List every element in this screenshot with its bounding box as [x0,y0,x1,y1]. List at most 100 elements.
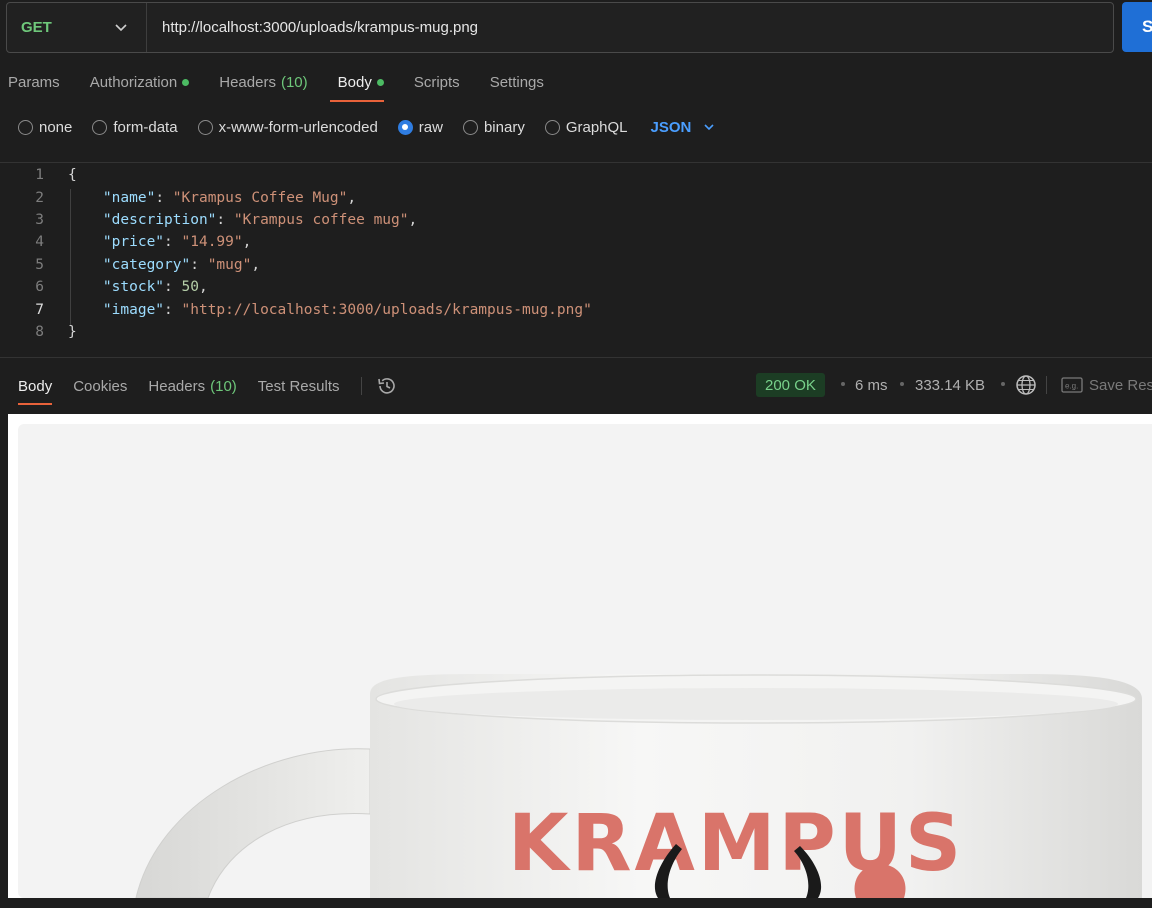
tab-body[interactable]: Body [329,60,385,104]
response-tab-cookies[interactable]: Cookies [73,364,127,408]
punctuation: , [347,189,357,206]
send-button[interactable]: S [1122,2,1152,52]
mug-image: KRAMPUS [135,674,1142,898]
radio-form-data[interactable]: form-data [92,118,178,136]
request-tabs: Params Authorization Headers (10) Body S… [0,60,566,104]
response-time: 6 ms [855,376,888,394]
code-text: } [68,324,77,340]
separator-dot [1001,382,1005,386]
brace: } [68,323,77,340]
line-number: 2 [35,189,44,206]
image-canvas: KRAMPUS [18,424,1152,898]
method-select[interactable]: GET [7,3,147,52]
tab-label: Test Results [257,377,340,395]
response-image-preview: KRAMPUS [8,414,1152,898]
tab-label: Headers [219,73,276,91]
radio-icon [197,119,213,135]
code-line: 1{ [0,164,76,186]
json-value: 50 [181,279,199,296]
code-line: 6 "stock": 50, [0,276,207,298]
tab-authorization[interactable]: Authorization [82,60,190,104]
json-key: "name" [102,189,156,206]
radio-label: raw [418,118,443,136]
status-badge: 200 OK [756,373,825,397]
status-dot-icon [182,78,190,86]
brace: { [68,167,77,184]
tab-count: (10) [280,73,308,91]
tab-label: Body [337,73,372,91]
divider [1046,376,1047,394]
radio-selected-icon [397,119,413,135]
code-text: "image": "http://localhost:3000/uploads/… [102,301,592,318]
tab-label: Params [8,73,60,91]
json-key: "image" [102,301,165,318]
tab-label: Authorization [89,73,178,91]
json-value: "Krampus Coffee Mug" [172,189,348,206]
radio-icon [18,119,33,135]
code-text: "category": "mug", [102,256,261,273]
line-number: 5 [35,256,44,273]
radio-icon [544,119,560,135]
response-tab-headers[interactable]: Headers (10) [148,364,236,408]
radio-label: form-data [113,118,178,136]
radio-graphql[interactable]: GraphQL [544,118,628,136]
radio-label: GraphQL [565,118,628,136]
example-icon: e.g. [1061,377,1083,393]
punctuation: , [242,234,252,251]
save-response-button[interactable]: e.g. Save Res [1061,373,1152,397]
tab-scripts[interactable]: Scripts [406,60,460,104]
code-text: "description": "Krampus coffee mug", [102,211,418,228]
json-value: "http://localhost:3000/uploads/krampus-m… [181,301,592,318]
response-size: 333.14 KB [915,376,986,394]
response-bar: Body Cookies Headers (10) Test Results 2… [0,364,1152,408]
radio-binary[interactable]: binary [462,118,525,136]
line-number: 8 [35,323,44,340]
radio-label: x-www-form-urlencoded [218,118,378,136]
tab-label: Settings [489,73,544,91]
radio-none[interactable]: none [18,119,72,136]
svg-text:e.g.: e.g. [1065,382,1078,391]
code-text: "stock": 50, [102,279,208,296]
line-number: 4 [35,234,44,251]
radio-urlencoded[interactable]: x-www-form-urlencoded [197,118,378,136]
save-response-label: Save Res [1089,376,1152,394]
globe-icon[interactable] [1015,374,1037,396]
json-key: "description" [102,211,217,228]
radio-label: none [39,118,73,136]
code-text: "name": "Krampus Coffee Mug", [102,189,357,206]
line-number: 6 [35,279,44,296]
code-editor[interactable]: 1{2 "name": "Krampus Coffee Mug", 3 "desc… [0,162,1152,358]
radio-raw[interactable]: raw [397,118,443,136]
tab-label: Scripts [413,73,460,91]
tab-label: Body [18,377,53,395]
chevron-down-icon [704,124,714,131]
line-number: 1 [35,167,44,184]
language-select[interactable]: JSON [651,119,716,136]
status-dot-icon [376,78,384,86]
tab-params[interactable]: Params [0,60,60,104]
radio-icon [92,119,108,135]
tab-label: Headers [148,377,206,395]
history-icon[interactable] [376,375,398,397]
code-text: { [68,167,77,183]
tab-headers[interactable]: Headers (10) [211,60,307,104]
json-value: "14.99" [181,234,243,251]
code-line: 2 "name": "Krampus Coffee Mug", [0,186,356,208]
radio-icon [462,119,478,135]
language-label: JSON [650,118,692,136]
tab-count: (10) [210,377,237,395]
radio-label: binary [483,118,525,136]
punctuation: , [408,211,418,228]
url-input[interactable]: http://localhost:3000/uploads/krampus-mu… [147,19,478,36]
line-number: 3 [35,211,44,228]
tab-settings[interactable]: Settings [482,60,544,104]
tab-label: Cookies [73,377,128,395]
bottom-edge [0,898,1152,908]
punctuation: , [251,256,261,273]
divider [360,377,362,395]
response-tab-test-results[interactable]: Test Results [258,364,340,408]
request-url-bar: GET http://localhost:3000/uploads/krampu… [6,2,1114,53]
response-tab-body[interactable]: Body [18,364,53,408]
json-value: "mug" [207,256,252,273]
method-label: GET [21,19,52,36]
